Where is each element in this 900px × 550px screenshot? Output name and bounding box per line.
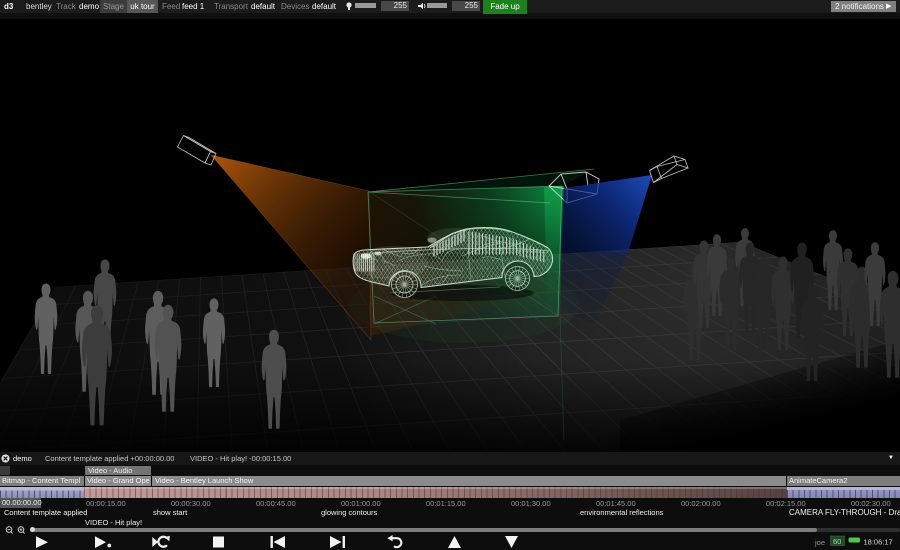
svg-text:60: 60 bbox=[833, 537, 841, 546]
svg-text:18:06:17: 18:06:17 bbox=[864, 538, 893, 547]
svg-text:joe: joe bbox=[814, 538, 825, 547]
